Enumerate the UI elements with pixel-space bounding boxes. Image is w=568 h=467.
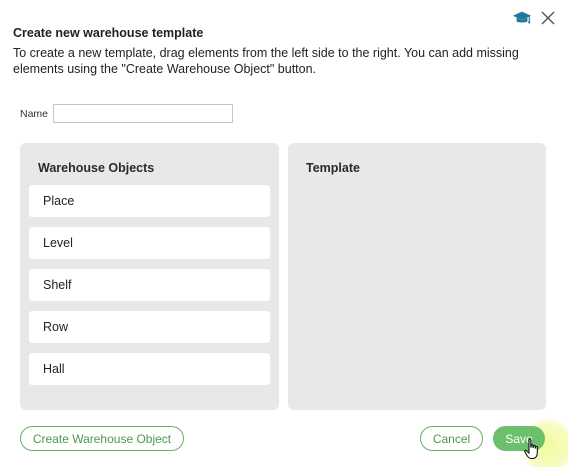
object-item-place[interactable]: Place <box>29 185 270 217</box>
template-title: Template <box>306 161 360 175</box>
object-item-hall[interactable]: Hall <box>29 353 270 385</box>
warehouse-objects-list: Place Level Shelf Row Hall <box>29 185 270 395</box>
save-button[interactable]: Save <box>493 426 545 451</box>
name-label: Name <box>20 107 49 120</box>
dialog-title: Create new warehouse template <box>13 26 204 40</box>
create-template-dialog: Create new warehouse template To create … <box>0 0 568 467</box>
object-item-level[interactable]: Level <box>29 227 270 259</box>
graduation-cap-icon[interactable] <box>512 8 532 28</box>
template-panel[interactable]: Template <box>288 143 546 410</box>
warehouse-objects-title: Warehouse Objects <box>38 161 155 175</box>
name-input[interactable] <box>53 104 234 123</box>
dialog-top-icons <box>512 8 558 28</box>
object-item-shelf[interactable]: Shelf <box>29 269 270 301</box>
warehouse-objects-panel: Warehouse Objects Place Level Shelf Row … <box>20 143 279 410</box>
cancel-button[interactable]: Cancel <box>420 426 483 451</box>
create-warehouse-object-button[interactable]: Create Warehouse Object <box>20 426 184 451</box>
dialog-description: To create a new template, drag elements … <box>13 46 519 76</box>
name-row: Name <box>20 104 234 123</box>
close-icon[interactable] <box>538 8 558 28</box>
object-item-row[interactable]: Row <box>29 311 270 343</box>
